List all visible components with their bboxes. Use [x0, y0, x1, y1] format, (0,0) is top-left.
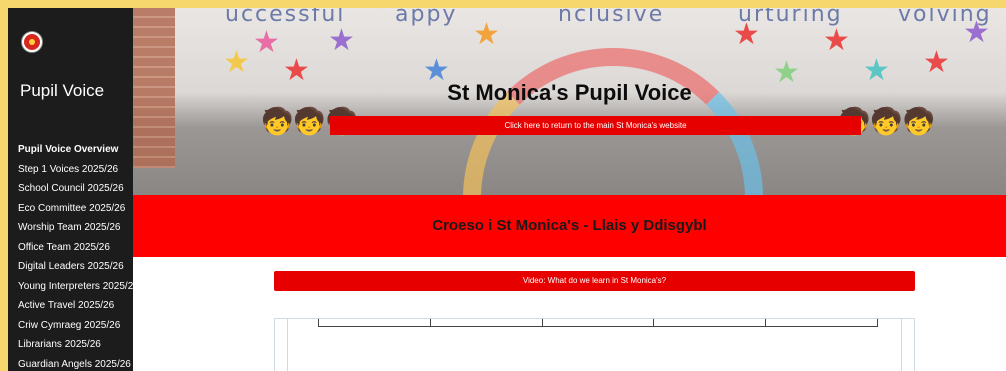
sidebar-nav: Pupil Voice Overview Step 1 Voices 2025/… [18, 140, 139, 371]
sidebar-item-step-1-voices[interactable]: Step 1 Voices 2025/26 [18, 160, 139, 180]
video-button[interactable]: Video: What do we learn in St Monica's? [274, 271, 915, 291]
sidebar-item-office-team[interactable]: Office Team 2025/26 [18, 238, 139, 258]
page-title: St Monica's Pupil Voice [447, 80, 692, 105]
sidebar-item-young-interpreters[interactable]: Young Interpreters 2025/26 [18, 277, 139, 297]
star-icon: ★ [253, 26, 280, 59]
wall-word: nclusive [558, 8, 665, 27]
sidebar-item-digital-leaders[interactable]: Digital Leaders 2025/26 [18, 257, 139, 277]
star-icon: ★ [923, 46, 950, 79]
sidebar-item-criw-cymraeg[interactable]: Criw Cymraeg 2025/26 [18, 316, 139, 336]
star-icon: ★ [223, 46, 250, 79]
main-content: Video: What do we learn in St Monica's? [133, 257, 1006, 371]
star-icon: ★ [823, 24, 850, 57]
return-to-main-site-button[interactable]: Click here to return to the main St Moni… [330, 116, 861, 135]
sidebar-item-active-travel[interactable]: Active Travel 2025/26 [18, 296, 139, 316]
table-grid [318, 319, 878, 327]
hero-banner: uccessful appy nclusive urturing volving… [133, 8, 1006, 195]
star-icon: ★ [963, 16, 990, 49]
star-icon: ★ [733, 18, 760, 51]
embedded-page [287, 319, 902, 371]
site-title[interactable]: Pupil Voice [20, 81, 104, 101]
sidebar-item-librarians[interactable]: Librarians 2025/26 [18, 335, 139, 355]
welcome-banner: Croeso i St Monica's - Llais y Ddisgybl [133, 195, 1006, 257]
sidebar-item-pupil-voice-overview[interactable]: Pupil Voice Overview [18, 140, 139, 160]
sidebar-item-school-council[interactable]: School Council 2025/26 [18, 179, 139, 199]
welcome-heading: Croeso i St Monica's - Llais y Ddisgybl [432, 217, 707, 234]
sidebar-item-worship-team[interactable]: Worship Team 2025/26 [18, 218, 139, 238]
wall-word: appy [395, 8, 458, 27]
school-logo-icon[interactable] [22, 32, 42, 52]
star-icon: ★ [328, 24, 355, 57]
embedded-document[interactable] [274, 318, 915, 371]
sidebar-item-guardian-angels[interactable]: Guardian Angels 2025/26 [18, 355, 139, 371]
sidebar: Pupil Voice Pupil Voice Overview Step 1 … [8, 8, 139, 371]
star-icon: ★ [473, 18, 500, 51]
sidebar-item-eco-committee[interactable]: Eco Committee 2025/26 [18, 199, 139, 219]
